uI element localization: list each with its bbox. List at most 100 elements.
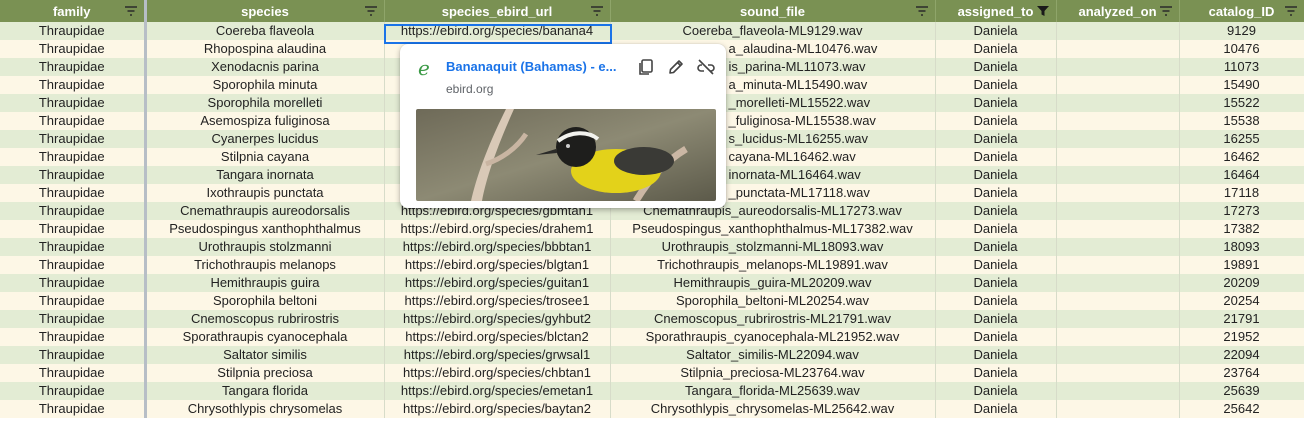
filter-icon[interactable] xyxy=(124,5,138,17)
cell-url[interactable]: https://ebird.org/species/emetan1 xyxy=(384,382,611,400)
cell-family[interactable]: Thraupidae xyxy=(0,112,147,130)
cell-species[interactable]: Sporathraupis cyanocephala xyxy=(145,328,385,346)
copy-icon[interactable] xyxy=(636,57,656,77)
cell-analyzed[interactable] xyxy=(1056,310,1180,328)
cell-sound[interactable]: Hemithraupis_guira-ML20209.wav xyxy=(610,274,936,292)
cell-assigned[interactable]: Daniela xyxy=(935,310,1057,328)
cell-analyzed[interactable] xyxy=(1056,94,1180,112)
column-header-species[interactable]: species xyxy=(145,0,385,22)
cell-sound[interactable]: Pseudospingus_xanthophthalmus-ML17382.wa… xyxy=(610,220,936,238)
cell-assigned[interactable]: Daniela xyxy=(935,382,1057,400)
cell-analyzed[interactable] xyxy=(1056,346,1180,364)
cell-family[interactable]: Thraupidae xyxy=(0,166,147,184)
cell-species[interactable]: Sporophila beltoni xyxy=(145,292,385,310)
cell-catalog[interactable]: 21952 xyxy=(1179,328,1304,346)
cell-catalog[interactable]: 15538 xyxy=(1179,112,1304,130)
cell-species[interactable]: Chrysothlypis chrysomelas xyxy=(145,400,385,418)
column-header-url[interactable]: species_ebird_url xyxy=(384,0,611,22)
cell-species[interactable]: Pseudospingus xanthophthalmus xyxy=(145,220,385,238)
cell-species[interactable]: Ixothraupis punctata xyxy=(145,184,385,202)
cell-analyzed[interactable] xyxy=(1056,112,1180,130)
cell-url[interactable]: https://ebird.org/species/guitan1 xyxy=(384,274,611,292)
cell-species[interactable]: Cyanerpes lucidus xyxy=(145,130,385,148)
cell-family[interactable]: Thraupidae xyxy=(0,148,147,166)
cell-catalog[interactable]: 11073 xyxy=(1179,58,1304,76)
cell-species[interactable]: Stilpnia preciosa xyxy=(145,364,385,382)
cell-family[interactable]: Thraupidae xyxy=(0,310,147,328)
cell-species[interactable]: Sporophila morelleti xyxy=(145,94,385,112)
cell-sound[interactable]: Cnemoscopus_rubrirostris-ML21791.wav xyxy=(610,310,936,328)
cell-assigned[interactable]: Daniela xyxy=(935,346,1057,364)
cell-assigned[interactable]: Daniela xyxy=(935,58,1057,76)
cell-url[interactable]: https://ebird.org/species/banana4 xyxy=(384,22,611,40)
cell-url[interactable]: https://ebird.org/species/blgtan1 xyxy=(384,256,611,274)
cell-species[interactable]: Hemithraupis guira xyxy=(145,274,385,292)
cell-species[interactable]: Saltator similis xyxy=(145,346,385,364)
cell-sound[interactable]: Trichothraupis_melanops-ML19891.wav xyxy=(610,256,936,274)
cell-sound[interactable]: Stilpnia_preciosa-ML23764.wav xyxy=(610,364,936,382)
cell-family[interactable]: Thraupidae xyxy=(0,22,147,40)
cell-url[interactable]: https://ebird.org/species/bbbtan1 xyxy=(384,238,611,256)
cell-catalog[interactable]: 17382 xyxy=(1179,220,1304,238)
cell-sound[interactable]: Sporophila_beltoni-ML20254.wav xyxy=(610,292,936,310)
cell-catalog[interactable]: 15522 xyxy=(1179,94,1304,112)
cell-analyzed[interactable] xyxy=(1056,166,1180,184)
cell-url[interactable]: https://ebird.org/species/gyhbut2 xyxy=(384,310,611,328)
cell-analyzed[interactable] xyxy=(1056,58,1180,76)
edit-icon[interactable] xyxy=(666,57,686,77)
cell-catalog[interactable]: 25642 xyxy=(1179,400,1304,418)
cell-url[interactable]: https://ebird.org/species/trosee1 xyxy=(384,292,611,310)
cell-sound[interactable]: Coereba_flaveola-ML9129.wav xyxy=(610,22,936,40)
cell-url[interactable]: https://ebird.org/species/grwsal1 xyxy=(384,346,611,364)
cell-species[interactable]: Cnemoscopus rubrirostris xyxy=(145,310,385,328)
cell-family[interactable]: Thraupidae xyxy=(0,364,147,382)
cell-species[interactable]: Stilpnia cayana xyxy=(145,148,385,166)
cell-family[interactable]: Thraupidae xyxy=(0,94,147,112)
cell-family[interactable]: Thraupidae xyxy=(0,238,147,256)
cell-catalog[interactable]: 16464 xyxy=(1179,166,1304,184)
column-header-family[interactable]: family xyxy=(0,0,147,22)
cell-assigned[interactable]: Daniela xyxy=(935,76,1057,94)
cell-assigned[interactable]: Daniela xyxy=(935,22,1057,40)
cell-family[interactable]: Thraupidae xyxy=(0,400,147,418)
cell-family[interactable]: Thraupidae xyxy=(0,58,147,76)
cell-catalog[interactable]: 9129 xyxy=(1179,22,1304,40)
cell-species[interactable]: Sporophila minuta xyxy=(145,76,385,94)
filter-active-icon[interactable] xyxy=(1036,5,1050,17)
cell-catalog[interactable]: 10476 xyxy=(1179,40,1304,58)
cell-catalog[interactable]: 20209 xyxy=(1179,274,1304,292)
filter-icon[interactable] xyxy=(590,5,604,17)
cell-sound[interactable]: Tangara_florida-ML25639.wav xyxy=(610,382,936,400)
cell-analyzed[interactable] xyxy=(1056,76,1180,94)
cell-assigned[interactable]: Daniela xyxy=(935,130,1057,148)
cell-family[interactable]: Thraupidae xyxy=(0,202,147,220)
cell-species[interactable]: Asemospiza fuliginosa xyxy=(145,112,385,130)
cell-url[interactable]: https://ebird.org/species/drahem1 xyxy=(384,220,611,238)
cell-sound[interactable]: Saltator_similis-ML22094.wav xyxy=(610,346,936,364)
cell-analyzed[interactable] xyxy=(1056,148,1180,166)
cell-family[interactable]: Thraupidae xyxy=(0,40,147,58)
cell-family[interactable]: Thraupidae xyxy=(0,382,147,400)
cell-assigned[interactable]: Daniela xyxy=(935,256,1057,274)
cell-catalog[interactable]: 22094 xyxy=(1179,346,1304,364)
cell-assigned[interactable]: Daniela xyxy=(935,364,1057,382)
cell-url[interactable]: https://ebird.org/species/baytan2 xyxy=(384,400,611,418)
column-header-assigned[interactable]: assigned_to xyxy=(935,0,1057,22)
cell-analyzed[interactable] xyxy=(1056,22,1180,40)
cell-analyzed[interactable] xyxy=(1056,400,1180,418)
cell-sound[interactable]: Chrysothlypis_chrysomelas-ML25642.wav xyxy=(610,400,936,418)
cell-analyzed[interactable] xyxy=(1056,238,1180,256)
cell-assigned[interactable]: Daniela xyxy=(935,238,1057,256)
cell-sound[interactable]: Urothraupis_stolzmanni-ML18093.wav xyxy=(610,238,936,256)
filter-icon[interactable] xyxy=(1159,5,1173,17)
column-header-analyzed[interactable]: analyzed_on xyxy=(1056,0,1180,22)
column-header-sound[interactable]: sound_file xyxy=(610,0,936,22)
cell-family[interactable]: Thraupidae xyxy=(0,256,147,274)
cell-sound[interactable]: Sporathraupis_cyanocephala-ML21952.wav xyxy=(610,328,936,346)
cell-analyzed[interactable] xyxy=(1056,274,1180,292)
cell-analyzed[interactable] xyxy=(1056,382,1180,400)
cell-catalog[interactable]: 21791 xyxy=(1179,310,1304,328)
filter-icon[interactable] xyxy=(915,5,929,17)
cell-url[interactable]: https://ebird.org/species/blctan2 xyxy=(384,328,611,346)
cell-family[interactable]: Thraupidae xyxy=(0,130,147,148)
